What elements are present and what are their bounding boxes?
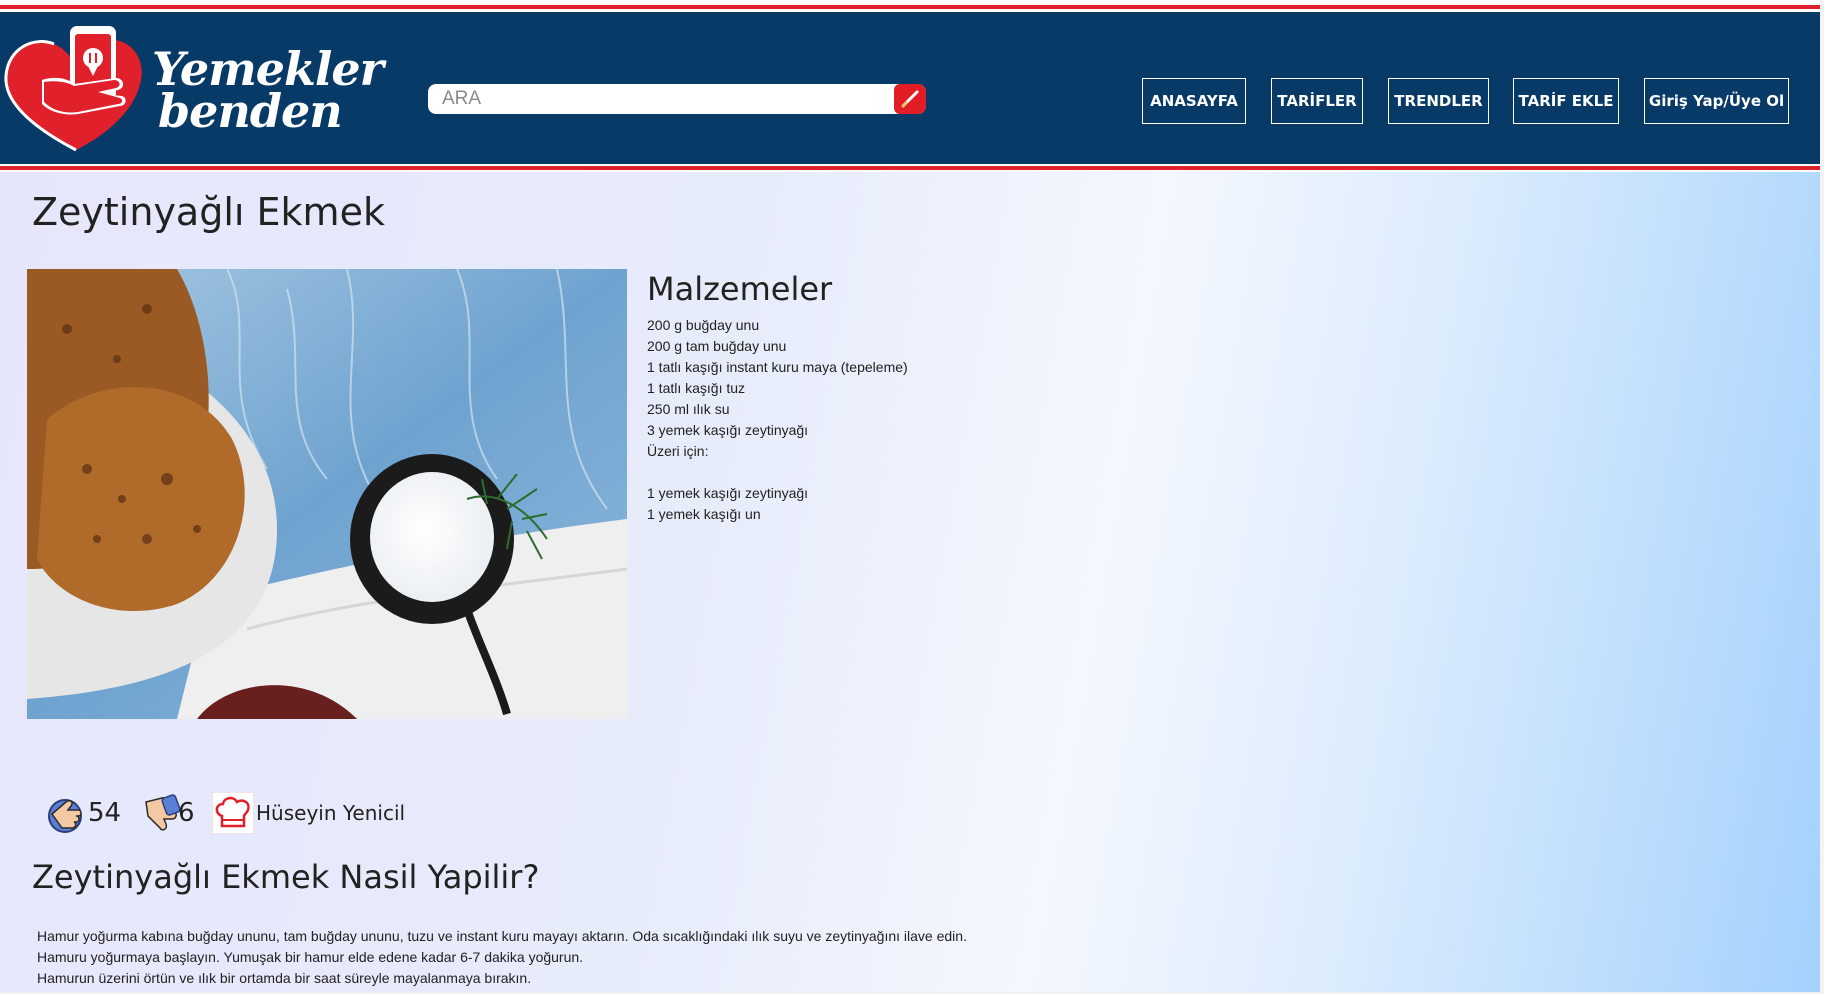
- chef-hat-icon: [211, 791, 255, 835]
- list-item: 1 yemek kaşığı zeytinyağı: [647, 485, 809, 501]
- list-item: 250 ml ılık su: [647, 401, 730, 417]
- nav-home-button[interactable]: ANASAYFA: [1142, 78, 1246, 124]
- instructions-list: Hamur yoğurma kabına buğday ununu, tam b…: [37, 926, 967, 989]
- thumbs-down-icon: [145, 794, 181, 831]
- recipe-photo: [27, 269, 627, 719]
- nav-recipes-button[interactable]: TARİFLER: [1271, 78, 1363, 124]
- recipe-image: [27, 269, 627, 719]
- list-item: Hamur yoğurma kabına buğday ununu, tam b…: [37, 928, 967, 944]
- header-bottom-stripe: [0, 166, 1820, 170]
- nav-trends-button[interactable]: TRENDLER: [1388, 78, 1489, 124]
- ingredients-list: 200 g buğday unu 200 g tam buğday unu 1 …: [647, 315, 908, 525]
- author-avatar: [211, 791, 255, 835]
- site-header: Yemekler benden ANASAYFA TARİFLER TRENDL…: [0, 0, 1820, 172]
- ingredients-title: Malzemeler: [647, 270, 833, 308]
- list-item: 1 yemek kaşığı un: [647, 506, 761, 522]
- like-count: 54: [88, 798, 122, 828]
- page-edge: [1820, 0, 1824, 994]
- header-top-stripe: [0, 5, 1820, 9]
- list-item: 200 g buğday unu: [647, 317, 760, 333]
- list-item: 3 yemek kaşığı zeytinyağı: [647, 422, 809, 438]
- nav-login-button[interactable]: Giriş Yap/Üye Ol: [1644, 78, 1789, 124]
- instructions-title: Zeytinyağlı Ekmek Nasil Yapilir?: [32, 858, 540, 896]
- author-name[interactable]: Hüseyin Yenicil: [256, 801, 405, 825]
- list-item: 200 g tam buğday unu: [647, 338, 787, 354]
- dislike-count: 6: [178, 798, 195, 828]
- list-item: 1 tatlı kaşığı instant kuru maya (tepele…: [647, 359, 908, 375]
- list-item: Hamurun üzerini örtün ve ılık bir ortamd…: [37, 970, 532, 986]
- nav-add-recipe-button[interactable]: TARİF EKLE: [1513, 78, 1619, 124]
- thumbs-up-icon: [48, 799, 82, 833]
- list-item: Üzeri için:: [647, 443, 709, 459]
- list-item: [647, 462, 908, 483]
- page-title: Zeytinyağlı Ekmek: [32, 190, 385, 234]
- list-item: Hamuru yoğurmaya başlayın. Yumuşak bir h…: [37, 949, 584, 965]
- dislike-button[interactable]: [140, 792, 182, 834]
- like-button[interactable]: [44, 792, 86, 834]
- list-item: 1 tatlı kaşığı tuz: [647, 380, 746, 396]
- main-nav: ANASAYFA TARİFLER TRENDLER TARİF EKLE Gi…: [0, 78, 1820, 124]
